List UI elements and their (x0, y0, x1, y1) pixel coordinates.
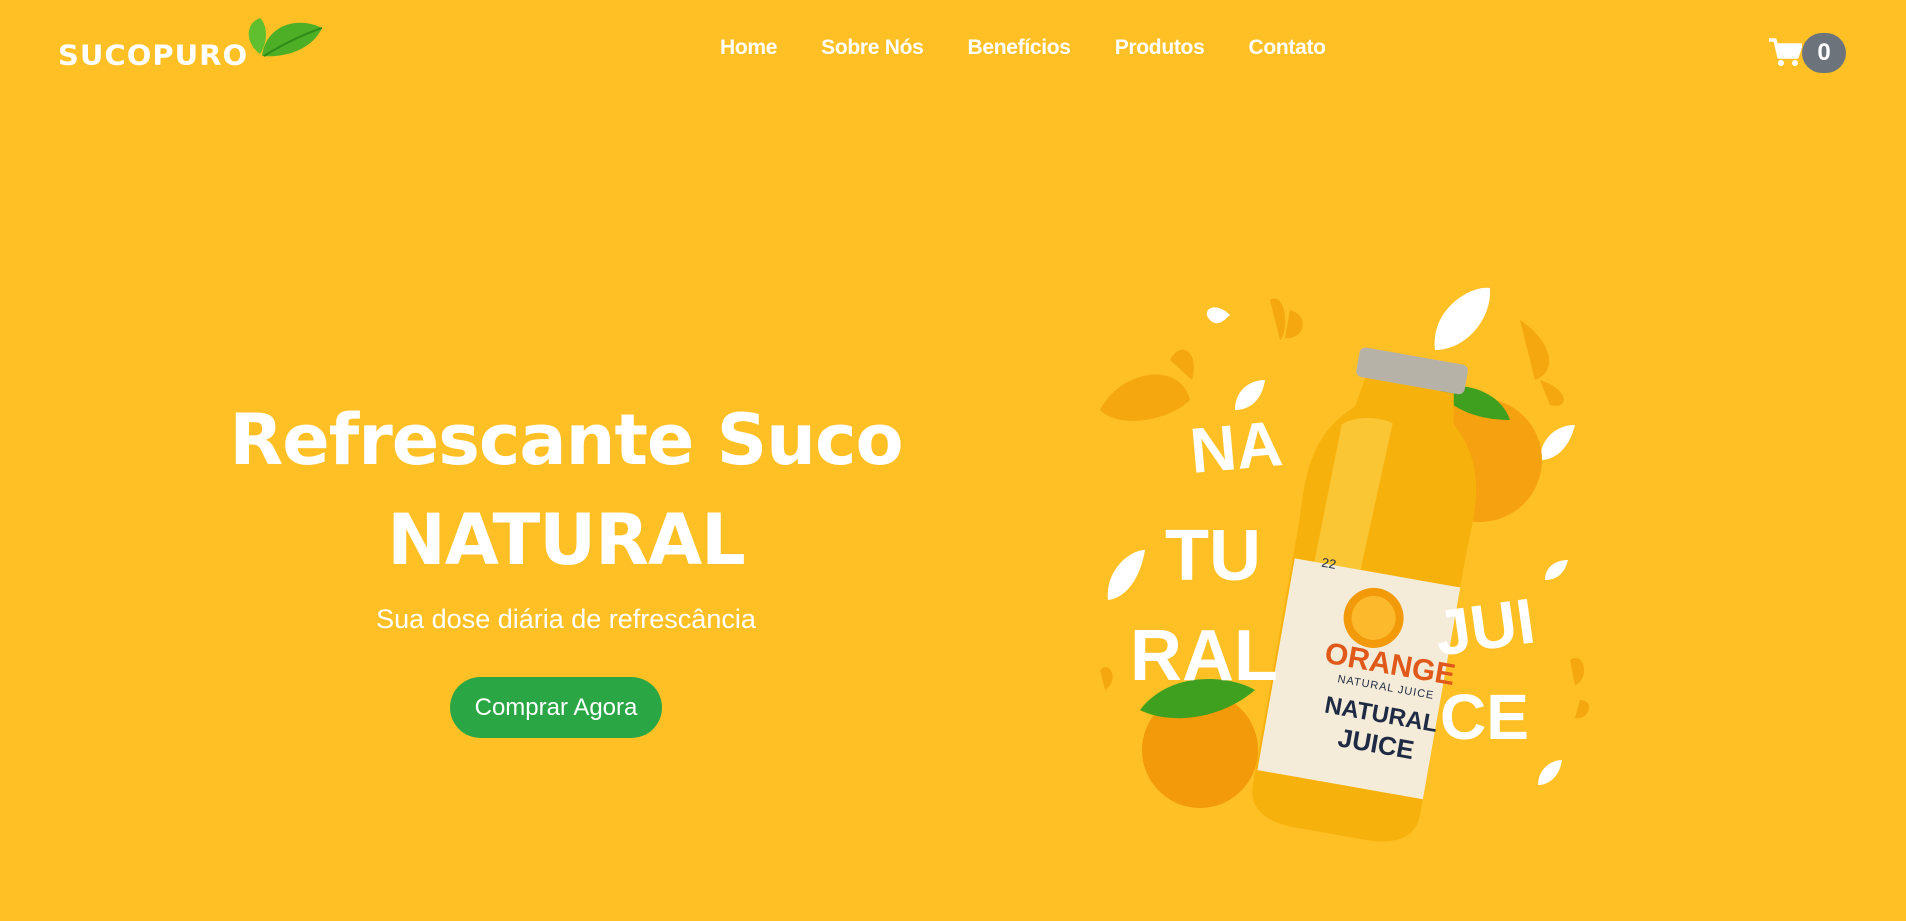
nav-beneficios[interactable]: Benefícios (967, 36, 1071, 60)
word-na: NA (1187, 407, 1286, 487)
nav-sobre-nos[interactable]: Sobre Nós (821, 36, 924, 60)
main-nav: Home Sobre Nós Benefícios Produtos Conta… (720, 36, 1326, 60)
hero-title-line1: Refrescante Suco (229, 399, 903, 481)
cart-button[interactable]: 0 (1768, 33, 1848, 73)
brand-name: SUCOPURO (58, 38, 249, 72)
nav-home[interactable]: Home (720, 36, 777, 60)
product-visual: 22 ORANGE NATURAL JUICE NATURAL JUICE NA… (1080, 280, 1600, 860)
shopping-cart-icon (1769, 38, 1802, 66)
bottle-label-number: 22 (1320, 554, 1338, 572)
cart-count-badge: 0 (1802, 33, 1846, 73)
hero-title-line2: NATURAL (387, 499, 746, 581)
buy-now-button[interactable]: Comprar Agora (450, 677, 662, 738)
word-jui: JUI (1430, 584, 1540, 670)
word-ral: RAL (1130, 616, 1278, 696)
hero-subtitle: Sua dose diária de refrescância (376, 604, 756, 634)
site-header: SUCOPURO Home Sobre Nós Benefícios Produ… (0, 0, 1906, 100)
word-tu: TU (1165, 516, 1261, 596)
brand-logo[interactable]: SUCOPURO (58, 18, 322, 78)
word-ce: CE (1440, 681, 1529, 753)
nav-produtos[interactable]: Produtos (1115, 36, 1205, 60)
nav-contato[interactable]: Contato (1248, 36, 1326, 60)
hero-title: Refrescante Suco NATURAL (140, 390, 992, 590)
